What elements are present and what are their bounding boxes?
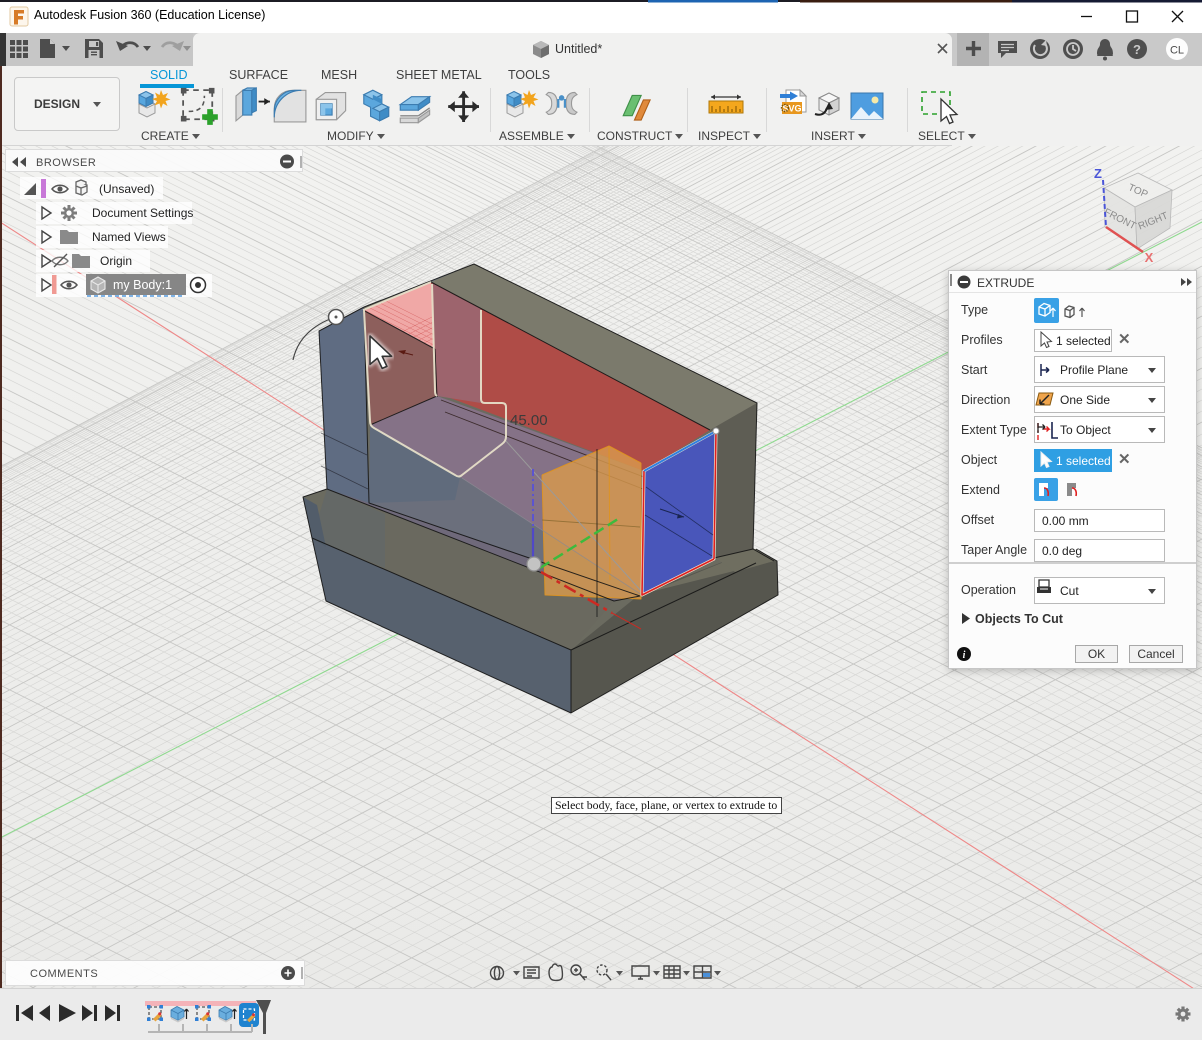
svg-text:Z: Z [1094,166,1102,181]
svg-text:(Unsaved): (Unsaved) [99,182,154,196]
svg-text:Origin: Origin [100,254,132,268]
svg-text:COMMENTS: COMMENTS [30,968,98,980]
svg-text:Document Settings: Document Settings [92,206,193,220]
svg-text:45.00: 45.00 [510,412,548,429]
svg-text:my Body:1: my Body:1 [113,278,172,292]
svg-text:Named Views: Named Views [92,230,166,244]
svg-text:EXTRUDE: EXTRUDE [977,276,1034,290]
svg-text:X: X [1145,250,1154,265]
svg-text:i: i [963,650,966,661]
